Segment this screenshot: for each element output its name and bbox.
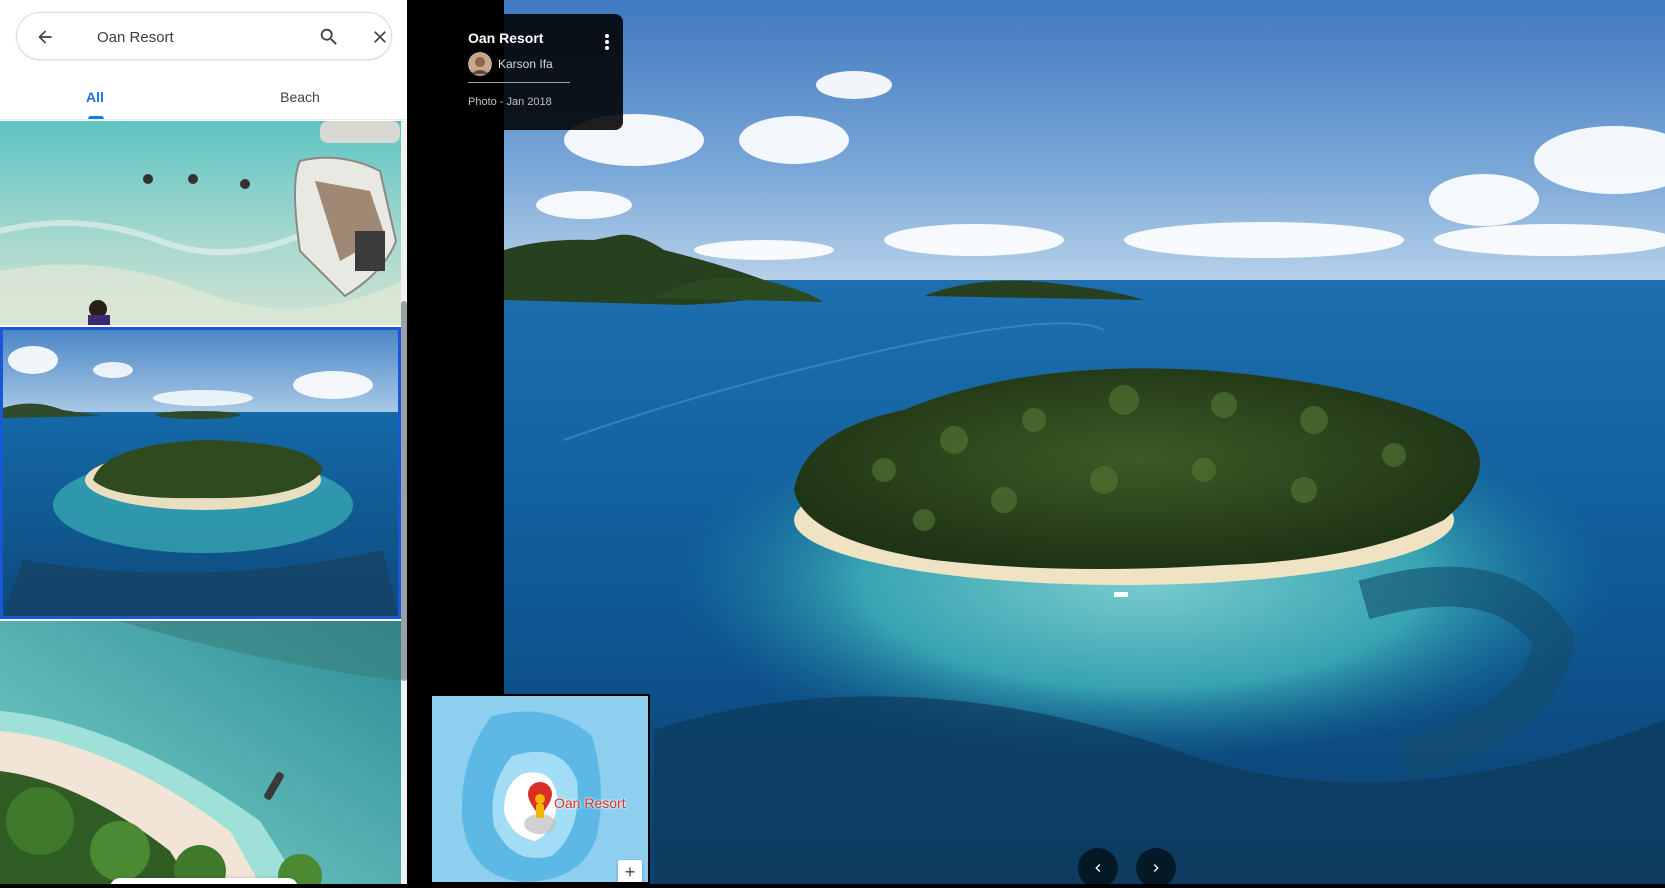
close-icon — [374, 31, 386, 43]
search-icon — [320, 28, 337, 45]
author-link[interactable]: Karson Ifa — [468, 50, 553, 78]
next-photo-button[interactable] — [1136, 848, 1176, 888]
chevron-left-icon — [1095, 864, 1101, 872]
beach-palms-photo — [0, 621, 401, 884]
photo-thumbnail[interactable] — [0, 121, 401, 325]
arrow-left-icon — [38, 30, 52, 44]
back-button[interactable] — [29, 21, 61, 53]
minimap[interactable]: Oan Resort + — [430, 694, 650, 884]
search-input[interactable] — [81, 21, 301, 53]
photo-date: Photo - Jan 2018 — [468, 96, 552, 108]
zoom-in-button[interactable]: + — [618, 860, 642, 882]
tab-all[interactable]: All — [70, 74, 120, 120]
search-box — [16, 12, 392, 60]
island-aerial-photo — [3, 330, 398, 616]
photo-thumbnail-list — [0, 121, 401, 884]
bottom-pill[interactable] — [110, 878, 298, 884]
tab-beach[interactable]: Beach — [260, 74, 340, 120]
search-button[interactable] — [313, 21, 345, 53]
active-tab-indicator — [88, 116, 104, 119]
chevron-right-icon — [1153, 864, 1159, 872]
clear-search-button[interactable] — [364, 21, 396, 53]
minimap-island-icon — [461, 711, 601, 882]
side-panel: All Beach — [0, 0, 407, 884]
more-vert-icon — [605, 34, 609, 50]
place-title[interactable]: Oan Resort — [468, 30, 543, 46]
island-aerial-photo — [504, 0, 1665, 884]
photo-thumbnail-selected[interactable] — [0, 327, 401, 619]
main-photo[interactable] — [504, 0, 1665, 884]
more-options-button[interactable] — [596, 28, 618, 56]
avatar — [468, 52, 492, 76]
beach-swimmers-photo — [0, 121, 401, 325]
photo-info-card: Oan Resort Karson Ifa Photo - Jan 2018 — [454, 14, 623, 130]
author-name: Karson Ifa — [498, 57, 553, 71]
divider — [468, 82, 570, 83]
photo-thumbnail[interactable] — [0, 621, 401, 884]
previous-photo-button[interactable] — [1078, 848, 1118, 888]
minimap-place-label: Oan Resort — [554, 795, 626, 811]
photo-category-tabs: All Beach — [0, 74, 407, 120]
